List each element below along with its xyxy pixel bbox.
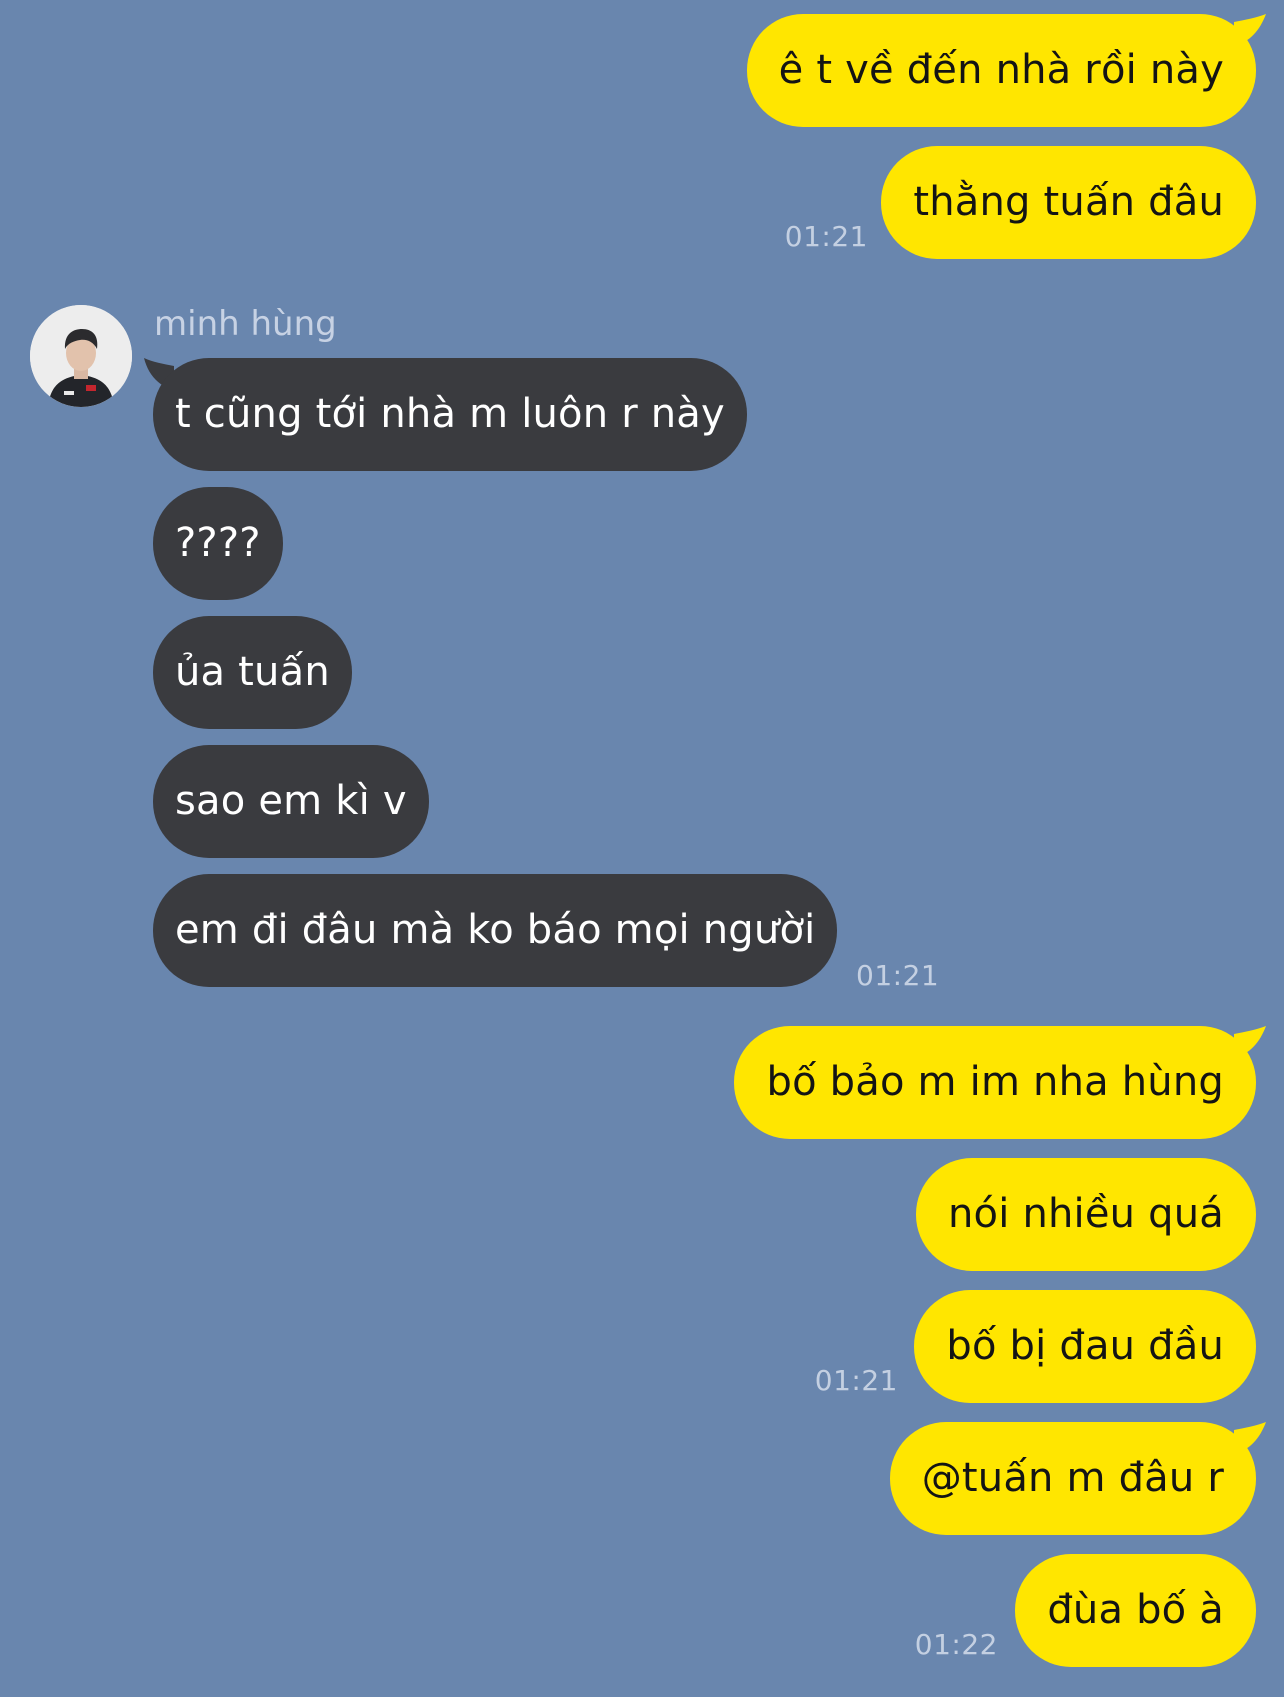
message-text: đùa bố à	[1047, 1587, 1224, 1633]
message-text: @tuấn m đâu r	[921, 1455, 1224, 1501]
message-bubble-outgoing[interactable]: đùa bố à	[1015, 1554, 1256, 1667]
chat-thread: ê t về đến nhà rồi này thằng tuấn đâu 01…	[0, 0, 1284, 1697]
message-timestamp: 01:21	[856, 959, 940, 992]
message-timestamp: 01:21	[784, 220, 868, 253]
message-bubble-outgoing[interactable]: bố bảo m im nha hùng	[734, 1026, 1256, 1139]
message-bubble-incoming[interactable]: ủa tuấn	[153, 616, 352, 729]
message-bubble-incoming[interactable]: ????	[153, 487, 283, 600]
message-bubble-incoming[interactable]: sao em kì v	[153, 745, 429, 858]
message-text: bố bị đau đầu	[946, 1323, 1224, 1369]
message-text: ê t về đến nhà rồi này	[778, 47, 1224, 93]
message-text: bố bảo m im nha hùng	[766, 1059, 1224, 1105]
message-text: ????	[175, 520, 261, 566]
message-bubble-outgoing[interactable]: ê t về đến nhà rồi này	[746, 14, 1256, 127]
message-bubble-outgoing[interactable]: @tuấn m đâu r	[889, 1422, 1256, 1535]
sender-name: minh hùng	[154, 304, 337, 344]
message-timestamp: 01:22	[914, 1628, 998, 1661]
person-avatar-icon	[30, 305, 132, 407]
message-text: thằng tuấn đâu	[913, 179, 1224, 225]
message-bubble-incoming[interactable]: em đi đâu mà ko báo mọi người	[153, 874, 838, 987]
message-text: nói nhiều quá	[948, 1191, 1224, 1237]
message-text: sao em kì v	[175, 778, 407, 824]
message-text: ủa tuấn	[175, 649, 330, 695]
message-bubble-outgoing[interactable]: bố bị đau đầu	[914, 1290, 1256, 1403]
message-timestamp: 01:21	[814, 1364, 898, 1397]
message-bubble-outgoing[interactable]: nói nhiều quá	[916, 1158, 1256, 1271]
message-bubble-outgoing[interactable]: thằng tuấn đâu	[881, 146, 1256, 259]
message-bubble-incoming[interactable]: t cũng tới nhà m luôn r này	[153, 358, 747, 471]
contact-avatar[interactable]	[30, 305, 132, 407]
message-text: em đi đâu mà ko báo mọi người	[175, 907, 816, 953]
message-text: t cũng tới nhà m luôn r này	[175, 391, 725, 437]
